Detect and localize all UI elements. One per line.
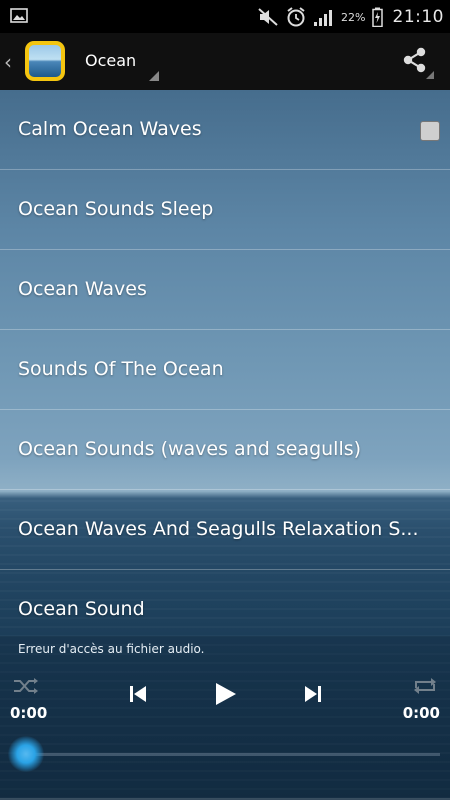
list-item[interactable]: Ocean Sounds Sleep [0,170,450,250]
status-icons: 22% 21:10 [257,5,444,29]
seek-bar[interactable] [26,753,440,756]
next-icon[interactable] [302,683,324,705]
battery-icon [371,7,383,27]
previous-icon[interactable] [127,683,149,705]
share-caret-icon [426,71,434,79]
action-bar: ‹ Ocean [0,33,450,91]
gallery-icon [10,8,28,23]
signal-icon [314,10,333,26]
battery-percent: 22% [341,10,366,24]
alarm-icon [287,7,305,27]
app-icon-image [29,45,61,77]
category-spinner[interactable]: Ocean [83,43,161,83]
play-icon[interactable] [212,681,238,707]
list-item-title: Ocean Sound [18,598,145,620]
list-item[interactable]: Sounds Of The Ocean [0,330,450,410]
mute-icon [258,8,278,26]
list-item-title: Ocean Waves [18,278,147,300]
list-item[interactable]: Ocean Waves [0,250,450,330]
total-time: 0:00 [402,704,440,722]
list-item-title: Ocean Waves And Seagulls Relaxation S... [18,518,419,540]
app-icon[interactable] [25,41,65,81]
shuffle-icon[interactable] [12,676,38,696]
list-item[interactable]: Ocean Waves And Seagulls Relaxation S... [0,490,450,570]
current-time: 0:00 [10,704,48,722]
list-item[interactable]: Calm Ocean Waves [0,90,450,170]
list-item-title: Sounds Of The Ocean [18,358,224,380]
share-button[interactable] [400,45,436,81]
list-item[interactable]: Ocean Sounds (waves and seagulls) [0,410,450,490]
spinner-caret-icon [149,71,159,81]
item-checkbox[interactable] [420,121,440,141]
seek-thumb[interactable] [8,736,44,772]
back-chevron-icon[interactable]: ‹ [4,50,12,74]
list-item-title: Calm Ocean Waves [18,118,202,140]
list-item-title: Ocean Sounds Sleep [18,198,214,220]
audio-player: Erreur d'accès au fichier audio. 0:00 0:… [0,636,450,800]
sound-list: Calm Ocean Waves Ocean Sounds Sleep Ocea… [0,90,450,650]
status-clock: 21:10 [392,7,444,27]
category-title: Ocean [85,51,137,70]
repeat-icon[interactable] [412,676,438,696]
status-bar: 22% 21:10 [0,0,450,33]
list-item-title: Ocean Sounds (waves and seagulls) [18,438,362,460]
error-message: Erreur d'accès au fichier audio. [18,642,205,656]
